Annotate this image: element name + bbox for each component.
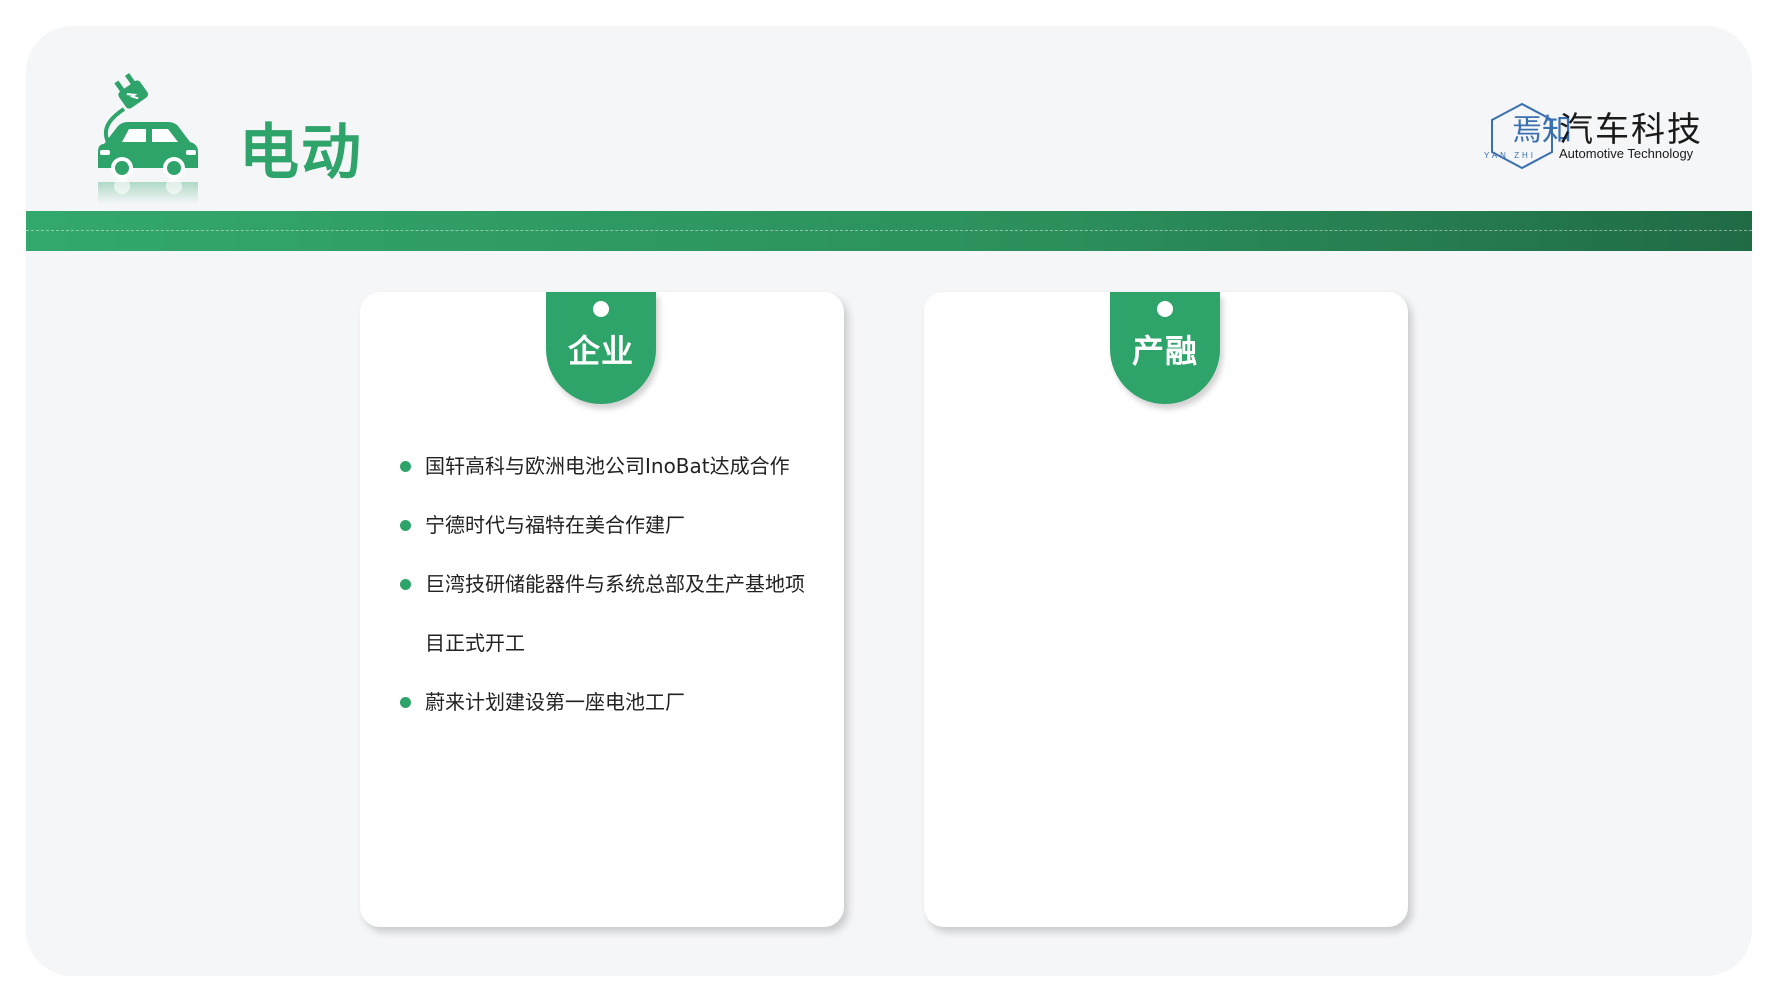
logo-name-en: Automotive Technology [1559,146,1694,161]
bullet-icon [400,461,411,472]
card-finance: 产融 [924,292,1408,927]
bullet-icon [400,520,411,531]
card-tab: 企业 [546,292,656,404]
tab-dot [1157,301,1173,317]
bullet-icon [400,579,411,590]
bullet-icon [400,697,411,708]
slide: 电动 焉知 YAN ZHI 汽车科技 Automotive Technology… [26,26,1752,976]
news-list: 国轩高科与欧洲电池公司InoBat达成合作 宁德时代与福特在美合作建厂 巨湾技研… [400,437,820,732]
tab-label-enterprise: 企业 [567,332,634,370]
list-item-text: 蔚来计划建设第一座电池工厂 [425,690,685,714]
logo-mark-subtext: YAN ZHI [1484,151,1536,160]
list-item: 宁德时代与福特在美合作建厂 [400,496,820,555]
banner-dashed-line [26,230,1752,231]
list-item-text: 国轩高科与欧洲电池公司InoBat达成合作 [425,454,790,478]
tab-label-finance: 产融 [1131,332,1198,370]
tab-dot [593,301,609,317]
header-banner [26,211,1752,251]
list-item: 蔚来计划建设第一座电池工厂 [400,673,820,732]
ev-car-plug-icon [98,73,198,204]
page-title: 电动 [239,118,363,188]
list-item-text: 宁德时代与福特在美合作建厂 [425,513,685,537]
card-tab: 产融 [1110,292,1220,404]
list-item: 国轩高科与欧洲电池公司InoBat达成合作 [400,437,820,496]
logo-name-cn: 汽车科技 [1559,110,1703,150]
list-item-text: 巨湾技研储能器件与系统总部及生产基地项目正式开工 [425,572,805,655]
list-item: 巨湾技研储能器件与系统总部及生产基地项目正式开工 [400,555,820,673]
card-enterprise: 企业 国轩高科与欧洲电池公司InoBat达成合作 宁德时代与福特在美合作建厂 巨… [360,292,844,927]
